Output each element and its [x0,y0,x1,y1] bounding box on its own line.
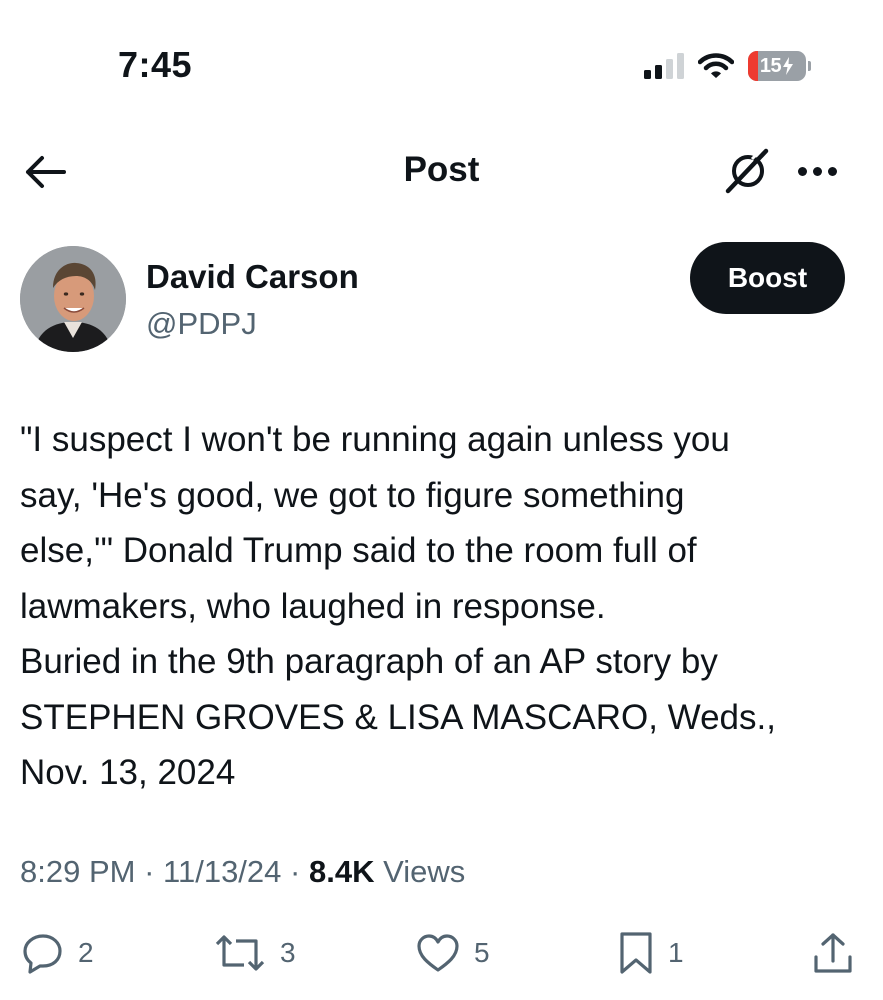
wifi-icon [698,53,734,78]
status-icons: 15 [644,50,811,82]
bookmark-button[interactable]: 1 [618,928,684,978]
post-meta: 8:29 PM · 11/13/24 · 8.4K Views [20,854,465,890]
like-count: 5 [474,937,490,968]
battery-cap [808,61,811,71]
post-text-line: lawmakers, who laughed in response. [20,586,606,626]
status-time: 7:45 [118,44,193,85]
share-icon [814,933,852,973]
boost-button[interactable]: Boost [690,242,845,314]
post-text-line: STEPHEN GROVES & LISA MASCARO, Weds., [20,697,776,737]
grok-button[interactable] [722,145,774,197]
post-date: 11/13/24 [163,854,282,889]
grok-icon [725,148,769,194]
like-button[interactable]: 5 [416,928,490,978]
meta-separator: · [290,854,301,889]
meta-separator: · [144,854,155,889]
post-time: 8:29 PM [20,854,136,889]
repost-count: 3 [280,937,296,968]
views-label[interactable]: Views [383,854,465,889]
bookmark-count: 1 [668,937,684,968]
more-icon[interactable] [798,158,844,184]
heart-icon [417,934,459,972]
battery-level: 15 [759,54,782,77]
post-text: "I suspect I won't be running again unle… [20,412,870,801]
post-text-line: else,'" Donald Trump said to the room fu… [20,531,697,570]
cellular-signal-icon [644,53,684,79]
post-screen: 7:45 15 Post David Carson @PDPJ Boost "I… [0,0,883,1000]
author-handle[interactable]: @PDPJ [146,306,257,342]
post-text-line: "I suspect I won't be running again unle… [20,420,730,459]
post-text-line: Nov. 13, 2024 [20,753,236,792]
reply-count: 2 [78,937,94,968]
repost-icon [215,935,265,971]
battery-charging-icon: 15 [748,51,806,81]
reply-button[interactable]: 2 [22,928,94,978]
post-text-line: Buried in the 9th paragraph of an AP sto… [20,642,718,681]
repost-button[interactable]: 3 [214,928,296,978]
reply-icon [23,934,62,974]
post-text-line: say, 'He's good, we got to figure someth… [20,475,685,515]
author-name[interactable]: David Carson [146,258,359,296]
views-count[interactable]: 8.4K [309,854,374,889]
share-button[interactable] [812,928,854,978]
avatar[interactable] [20,246,126,352]
bookmark-icon [620,932,652,974]
